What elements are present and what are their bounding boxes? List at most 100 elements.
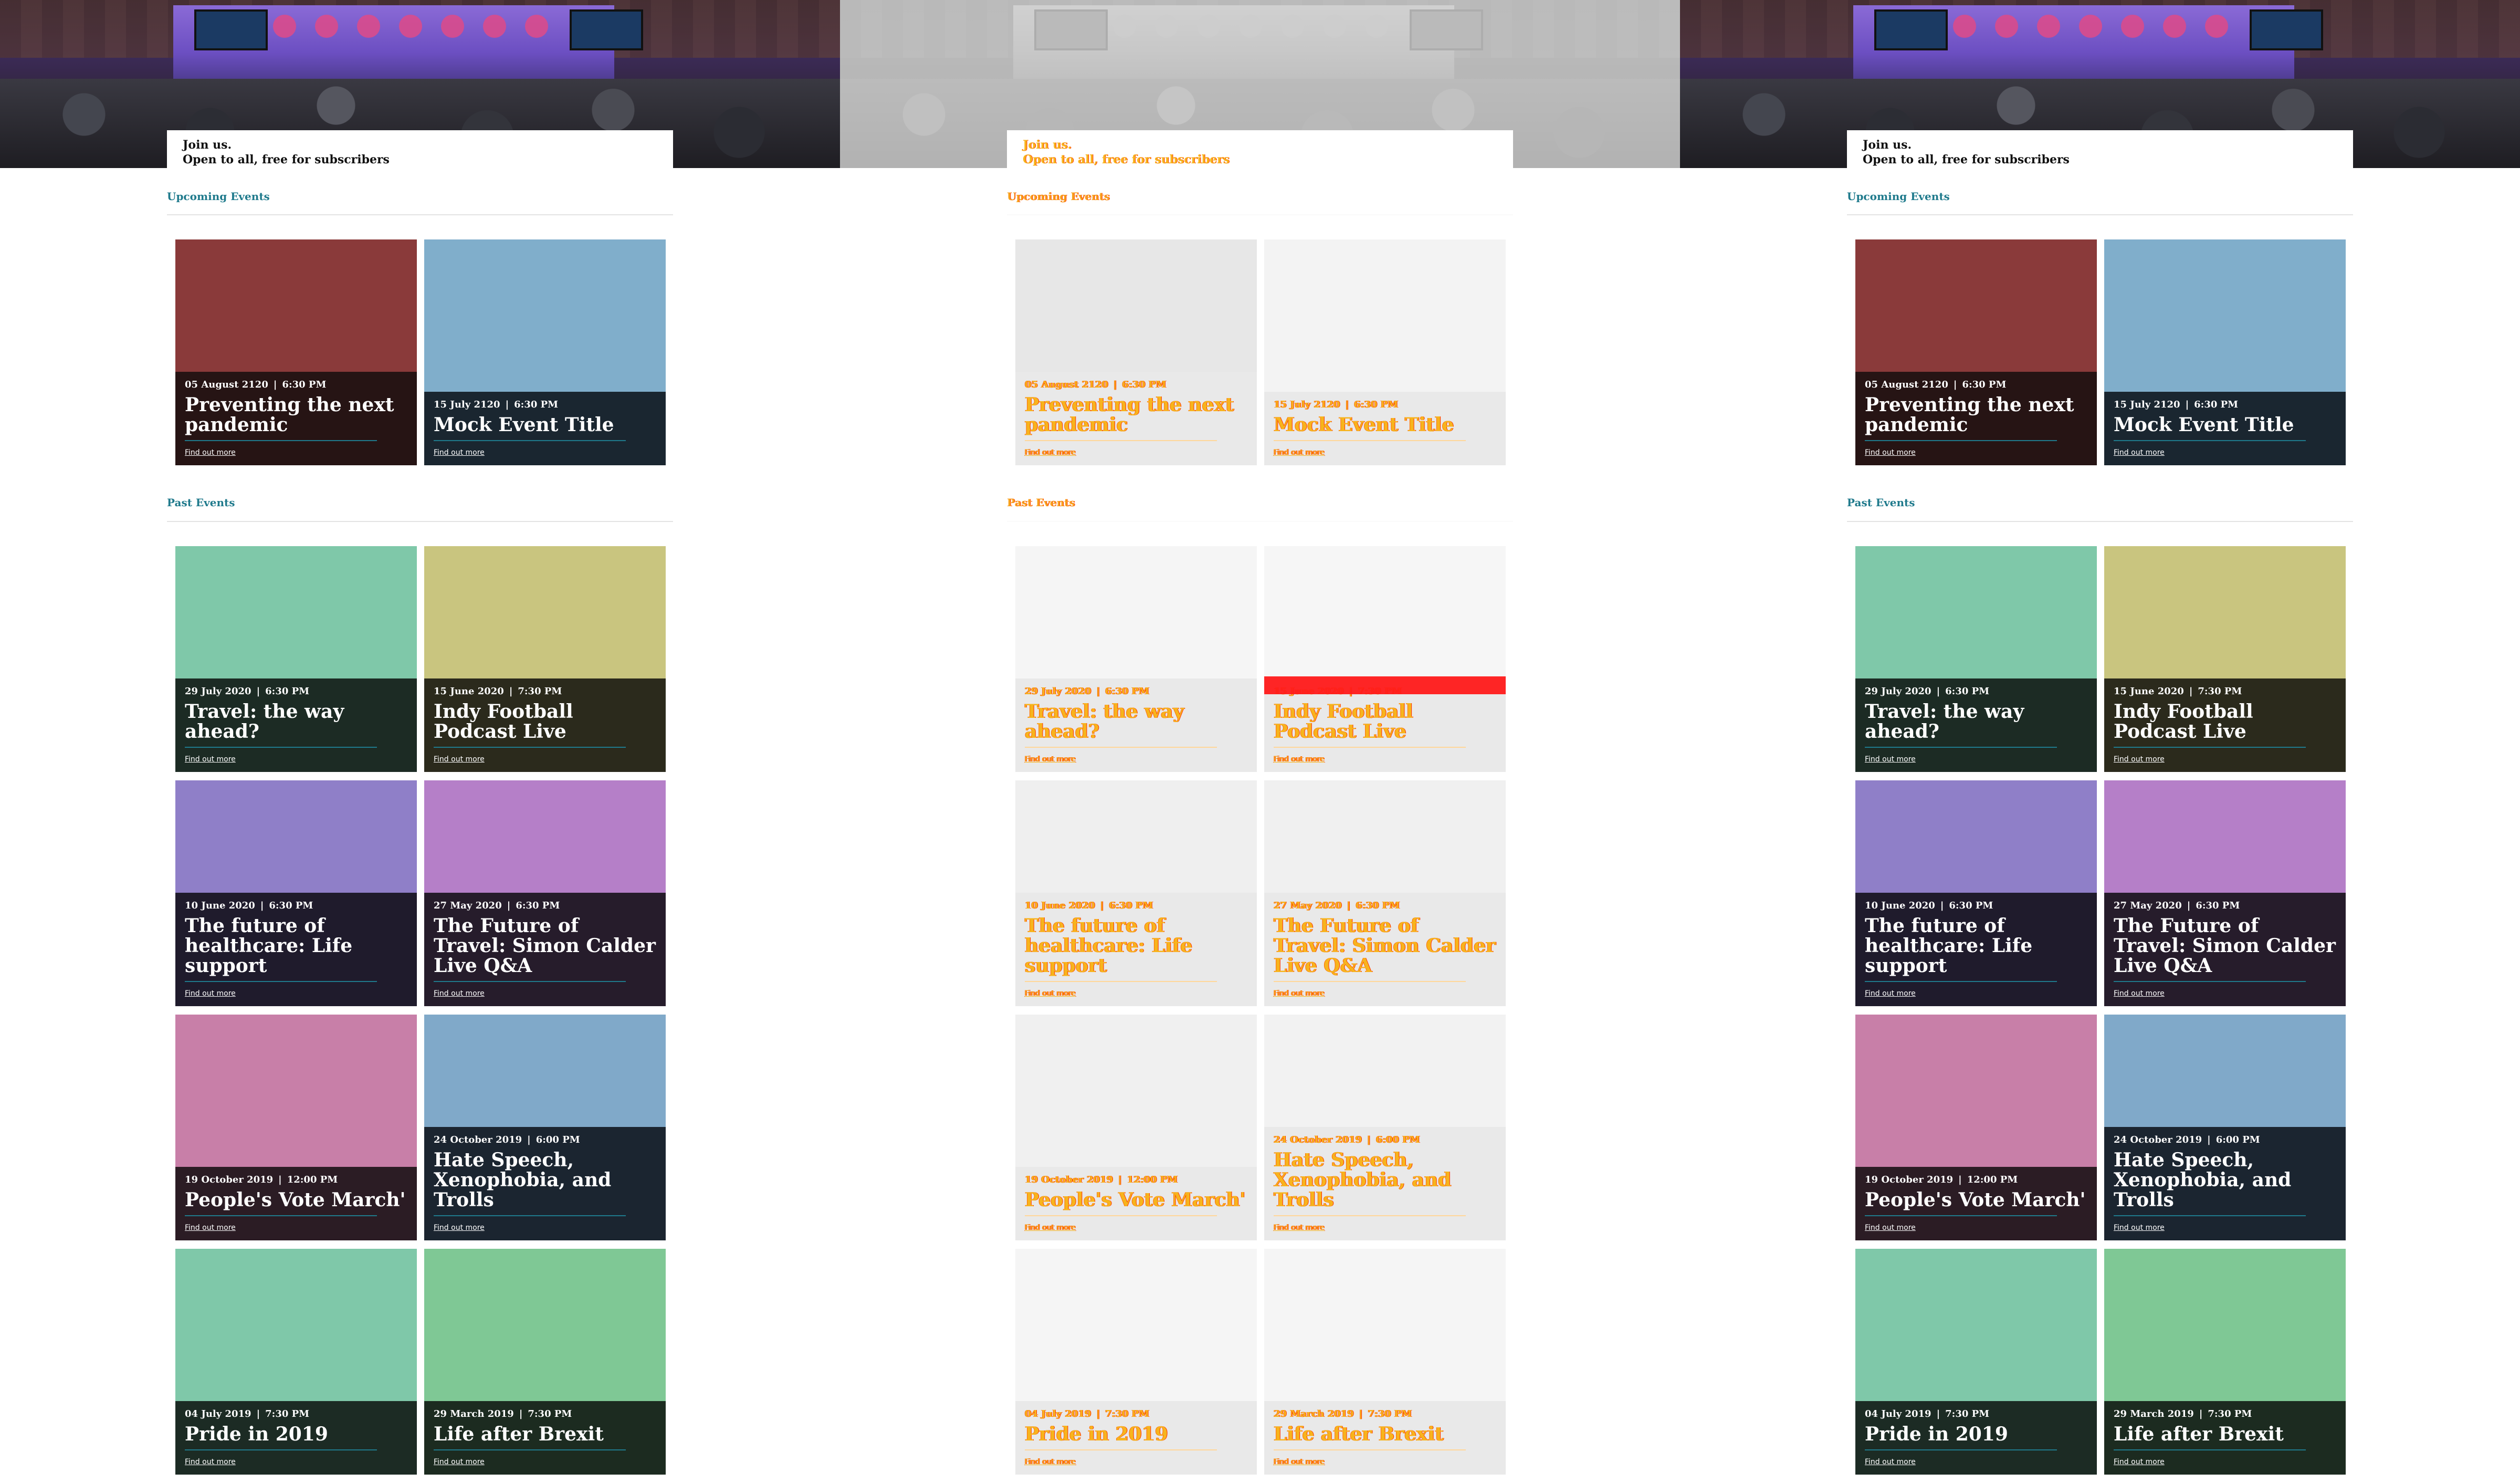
find-out-more-link[interactable]: Find out more <box>2114 755 2165 764</box>
find-out-more-link[interactable]: Find out more <box>2114 1458 2165 1466</box>
find-out-more-link[interactable]: Find out more <box>1025 1458 1076 1466</box>
date-time-separator: | <box>1958 1174 1962 1185</box>
event-time: 6:30 PM <box>1945 686 1990 697</box>
event-card[interactable]: 15 June 2020|7:30 PMIndy Football Podcas… <box>424 546 666 772</box>
event-card[interactable]: 29 March 2019 | 7:30 PM Life after Brexit Fi… <box>424 1249 666 1475</box>
event-title: People's Vote March' <box>1025 1189 1246 1211</box>
event-card[interactable]: 15 July 2120 | 6:30 PM Mock Event Title Find… <box>1264 239 1506 465</box>
find-out-more-link[interactable]: Find out more <box>1274 1458 1325 1466</box>
event-title: Life after Brexit <box>1274 1423 1444 1445</box>
find-out-more-link[interactable]: Find out more <box>1025 1224 1076 1232</box>
find-out-more-link[interactable]: Find out more <box>434 1458 485 1466</box>
event-card[interactable]: 15 June 2020|7:30 PMIndy Football Podcas… <box>1264 546 1506 772</box>
event-card[interactable]: 29 March 2019 | 7:30 PM Life after Brexit Fi… <box>2104 1249 2346 1475</box>
event-card[interactable]: 05 August 2120 | 6:30 PM Preventing the nex… <box>1855 239 2097 465</box>
find-out-more-link[interactable]: Find out more <box>434 448 485 457</box>
event-card[interactable]: 27 May 2020 | 6:30 PM The Future of Travel:… <box>2104 780 2346 1006</box>
find-out-more-link[interactable]: Find out more <box>1025 989 1076 998</box>
title-underline <box>1025 981 1217 982</box>
find-out-more-link[interactable]: Find out more <box>2114 448 2165 457</box>
find-out-more-link[interactable]: Find out more <box>1865 1224 1916 1232</box>
event-time: 12:00 PM <box>1127 1174 1178 1185</box>
find-out-more-link[interactable]: Find out more <box>434 755 485 764</box>
stage-screen-right <box>570 9 643 50</box>
event-card-info: 10 June 2020 | 6:30 PM The future of health… <box>1015 893 1257 1006</box>
find-out-more-link[interactable]: Find out more <box>1865 1458 1916 1466</box>
event-time: 6:30 PM <box>282 379 327 390</box>
event-title: The Future of Travel: Simon Calder Live … <box>434 915 656 977</box>
event-card[interactable]: 15 July 2120 | 6:30 PM Mock Event Title Find… <box>2104 239 2346 465</box>
event-card-info: 27 May 2020 | 6:30 PM The Future of Travel:… <box>2104 893 2346 1006</box>
event-card[interactable]: 29 July 2020 | 6:30 PM Travel: the way ahea… <box>1015 546 1257 772</box>
event-card[interactable]: 29 July 2020 | 6:30 PM Travel: the way ahea… <box>1855 546 2097 772</box>
event-date: 29 July 2020 <box>1865 686 1931 697</box>
find-out-more-link[interactable]: Find out more <box>1865 755 1916 764</box>
find-out-more-link[interactable]: Find out more <box>185 1224 236 1232</box>
event-datetime: 19 October 2019 | 12:00 PM <box>1025 1174 1247 1186</box>
event-card[interactable]: 19 October 2019 | 12:00 PM People's Vote Ma… <box>1015 1015 1257 1240</box>
find-out-more-link[interactable]: Find out more <box>2114 989 2165 998</box>
event-card[interactable]: 24 October 2019 | 6:00 PM Hate Speech, Xeno… <box>2104 1015 2346 1240</box>
find-out-more-link[interactable]: Find out more <box>1274 1224 1325 1232</box>
event-title: People's Vote March' <box>185 1189 406 1211</box>
event-date: 15 June 2020 <box>2114 686 2184 697</box>
event-date: 24 October 2019 <box>434 1134 522 1145</box>
event-card[interactable]: 04 July 2019 | 7:30 PM Pride in 2019 Find ou… <box>1855 1249 2097 1475</box>
event-time: 6:00 PM <box>536 1134 580 1145</box>
find-out-more-link[interactable]: Find out more <box>1865 989 1916 998</box>
find-out-more-link[interactable]: Find out more <box>185 755 236 764</box>
event-time: 7:30 PM <box>1368 1408 1412 1419</box>
event-time: 6:30 PM <box>514 399 559 410</box>
event-title: Mock Event Title <box>2114 414 2294 436</box>
find-out-more-link[interactable]: Find out more <box>185 1458 236 1466</box>
upcoming-events-heading: Upcoming Events <box>1007 190 1110 203</box>
event-card[interactable]: 19 October 2019 | 12:00 PM People's Vote Ma… <box>175 1015 417 1240</box>
title-underline <box>2114 440 2306 441</box>
find-out-more-link[interactable]: Find out more <box>434 989 485 998</box>
join-subtitle: Open to all, free for subscribers <box>1023 153 1230 166</box>
event-date: 05 August 2120 <box>1865 379 1948 390</box>
join-banner: Join us. Open to all, free for subscribe… <box>1007 130 1513 169</box>
event-card-info: 15 June 2020 | 7:30 PM Indy Football Podcas… <box>424 678 666 772</box>
event-card[interactable]: 29 March 2019 | 7:30 PM Life after Brexit Fi… <box>1264 1249 1506 1475</box>
find-out-more-link[interactable]: Find out more <box>1274 989 1325 998</box>
event-card[interactable]: 10 June 2020 | 6:30 PM The future of health… <box>1855 780 2097 1006</box>
event-card[interactable]: 19 October 2019 | 12:00 PM People's Vote Ma… <box>1855 1015 2097 1240</box>
event-datetime: 05 August 2120 | 6:30 PM <box>1025 379 1247 391</box>
date-time-separator: | <box>507 900 511 911</box>
find-out-more-link[interactable]: Find out more <box>1865 448 1916 457</box>
event-datetime: 29 March 2019 | 7:30 PM <box>434 1408 656 1420</box>
event-card[interactable]: 05 August 2120 | 6:30 PM Preventing the nex… <box>175 239 417 465</box>
past-events-heading: Past Events <box>1847 496 1915 509</box>
find-out-more-link[interactable]: Find out more <box>185 448 236 457</box>
event-card[interactable]: 04 July 2019 | 7:30 PM Pride in 2019 Find ou… <box>175 1249 417 1475</box>
event-card[interactable]: 15 June 2020|7:30 PMIndy Football Podcas… <box>2104 546 2346 772</box>
event-card[interactable]: 24 October 2019 | 6:00 PM Hate Speech, Xeno… <box>424 1015 666 1240</box>
event-card[interactable]: 24 October 2019 | 6:00 PM Hate Speech, Xeno… <box>1264 1015 1506 1240</box>
event-card[interactable]: 10 June 2020 | 6:30 PM The future of health… <box>1015 780 1257 1006</box>
event-time: 6:30 PM <box>1354 399 1399 410</box>
event-datetime: 29 July 2020 | 6:30 PM <box>185 686 407 697</box>
event-card[interactable]: 27 May 2020 | 6:30 PM The Future of Travel:… <box>424 780 666 1006</box>
event-card[interactable]: 29 July 2020 | 6:30 PM Travel: the way ahea… <box>175 546 417 772</box>
event-card-info: 10 June 2020 | 6:30 PM The future of health… <box>1855 893 2097 1006</box>
event-card[interactable]: 27 May 2020 | 6:30 PM The Future of Travel:… <box>1264 780 1506 1006</box>
find-out-more-link[interactable]: Find out more <box>1025 448 1076 457</box>
find-out-more-link[interactable]: Find out more <box>2114 1224 2165 1232</box>
event-card-info: 15 July 2120 | 6:30 PM Mock Event Title Find… <box>1264 392 1506 465</box>
title-underline <box>1865 440 2057 441</box>
find-out-more-link[interactable]: Find out more <box>1274 755 1325 764</box>
event-card-info: 15 July 2120 | 6:30 PM Mock Event Title Find… <box>2104 392 2346 465</box>
find-out-more-link[interactable]: Find out more <box>434 1224 485 1232</box>
event-time: 7:30 PM <box>2208 1408 2252 1419</box>
event-date: 29 March 2019 <box>434 1408 514 1419</box>
event-card[interactable]: 15 July 2120 | 6:30 PM Mock Event Title Find… <box>424 239 666 465</box>
find-out-more-link[interactable]: Find out more <box>1025 755 1076 764</box>
find-out-more-link[interactable]: Find out more <box>1274 448 1325 457</box>
event-card[interactable]: 05 August 2120 | 6:30 PM Preventing the nex… <box>1015 239 1257 465</box>
event-card-info: 24 October 2019 | 6:00 PM Hate Speech, Xeno… <box>1264 1127 1506 1240</box>
event-card[interactable]: 10 June 2020 | 6:30 PM The future of health… <box>175 780 417 1006</box>
event-datetime: 15 July 2120 | 6:30 PM <box>434 399 656 411</box>
find-out-more-link[interactable]: Find out more <box>185 989 236 998</box>
event-card[interactable]: 04 July 2019 | 7:30 PM Pride in 2019 Find ou… <box>1015 1249 1257 1475</box>
